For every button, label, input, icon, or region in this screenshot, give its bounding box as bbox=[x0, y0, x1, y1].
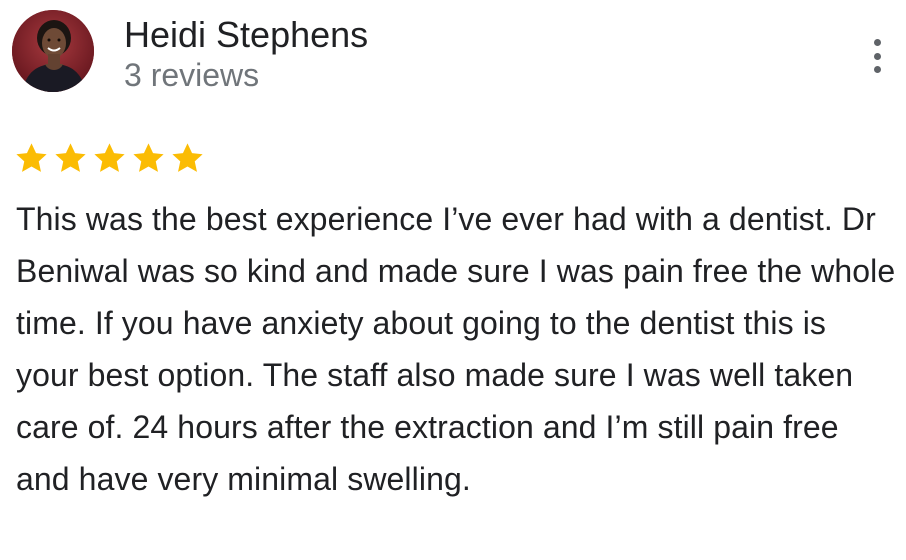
avatar[interactable] bbox=[12, 10, 94, 92]
star-icon bbox=[172, 142, 203, 172]
star-icon bbox=[55, 142, 86, 172]
reviewer-name[interactable]: Heidi Stephens bbox=[124, 14, 368, 56]
more-options-button[interactable] bbox=[860, 36, 894, 76]
reviewer-photo-icon bbox=[12, 10, 94, 92]
star-rating bbox=[13, 138, 206, 178]
review-card: Heidi Stephens 3 reviews This was the be… bbox=[0, 0, 906, 560]
more-vert-icon-dot bbox=[873, 66, 881, 73]
review-text: This was the best experience I’ve ever h… bbox=[16, 201, 896, 497]
more-vert-icon bbox=[873, 39, 881, 46]
star-icon bbox=[133, 142, 164, 172]
star-icon bbox=[94, 142, 125, 172]
star-icon bbox=[16, 142, 47, 172]
more-vert-icon-dot bbox=[873, 52, 881, 60]
reviewer-review-count[interactable]: 3 reviews bbox=[124, 56, 259, 94]
